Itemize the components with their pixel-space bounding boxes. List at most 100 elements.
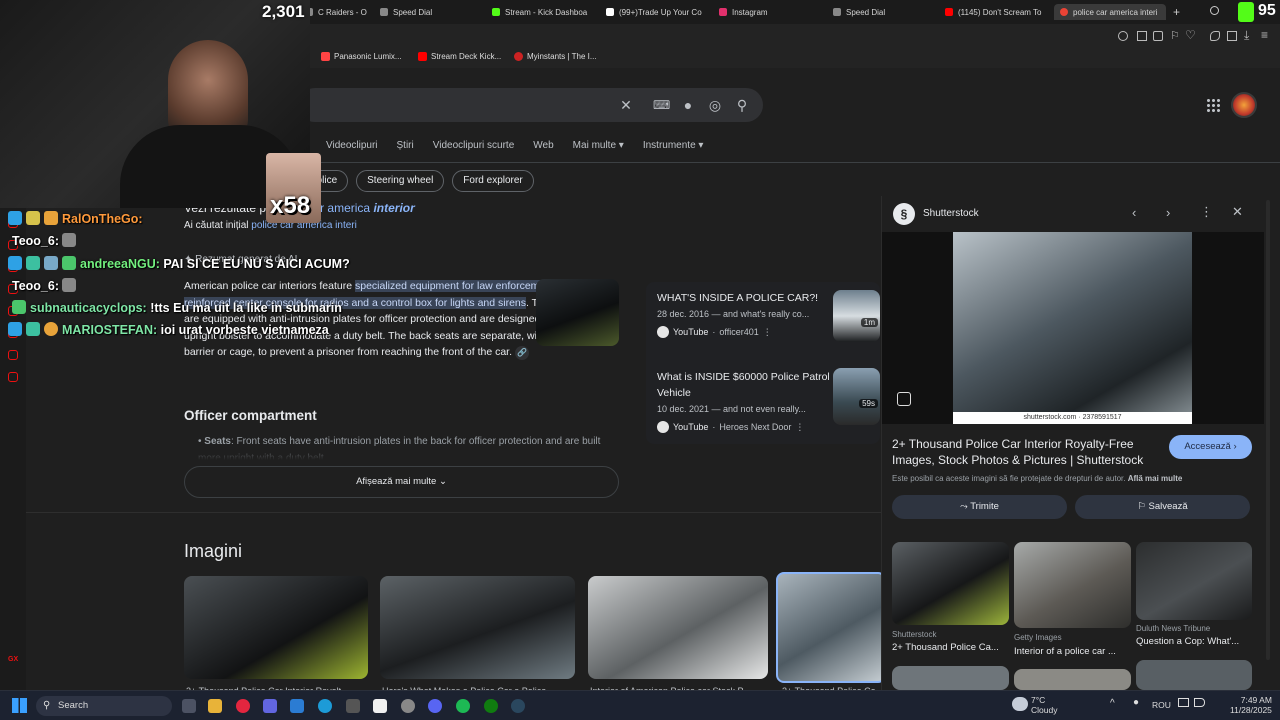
chip-steering-wheel[interactable]: Steering wheel	[356, 170, 445, 192]
tab-3[interactable]: Stream - Kick Dashboa	[492, 4, 592, 20]
screenshot-icon[interactable]	[1137, 31, 1147, 41]
video-thumbnail[interactable]: 1m	[833, 290, 880, 342]
bookmark-myinstants[interactable]: Myinstants | The I...	[514, 52, 597, 61]
taskbar-search[interactable]: ⚲ Search	[36, 696, 172, 716]
weather[interactable]: 7°C Cloudy	[1031, 695, 1057, 715]
related-image[interactable]	[892, 666, 1009, 690]
more-options-icon[interactable]: ⋮	[795, 422, 804, 433]
video-item[interactable]: WHAT'S INSIDE A POLICE CAR?! 28 dec. 201…	[657, 290, 832, 338]
related-image[interactable]	[1136, 660, 1252, 690]
extensions-icon[interactable]	[1210, 31, 1220, 41]
bookmark-icon[interactable]: ⚐	[1170, 29, 1180, 42]
tab-6[interactable]: Speed Dial	[833, 4, 913, 20]
edge-icon[interactable]	[318, 699, 332, 713]
clear-icon[interactable]: ✕	[618, 97, 634, 113]
teams-icon[interactable]	[263, 699, 277, 713]
tab-active[interactable]: police car america interi	[1054, 4, 1166, 20]
gx-icon[interactable]: GX	[8, 656, 18, 663]
chevron-up-icon[interactable]: ^	[1110, 698, 1115, 709]
tab-5[interactable]: Instagram	[719, 4, 799, 20]
related-image[interactable]	[1014, 542, 1131, 628]
related-caption[interactable]: Question a Cop: What'...	[1136, 636, 1239, 647]
network-icon[interactable]	[1178, 698, 1189, 707]
windows-start-icon[interactable]	[12, 698, 27, 713]
tab-videos[interactable]: Videoclipuri	[326, 140, 378, 158]
panel-source[interactable]: Shutterstock	[923, 208, 979, 219]
related-caption[interactable]: 2+ Thousand Police Ca...	[892, 642, 999, 653]
related-image[interactable]	[892, 542, 1009, 625]
sidebar-icon[interactable]	[8, 372, 18, 382]
chip-ford-explorer[interactable]: Ford explorer	[452, 170, 534, 192]
image-result[interactable]	[380, 576, 575, 679]
video-thumbnail[interactable]: 59s	[833, 368, 880, 425]
preview-title[interactable]: 2+ Thousand Police Car Interior Royalty-…	[892, 436, 1162, 468]
close-icon[interactable]: ✕	[1232, 204, 1243, 220]
tab-news[interactable]: Știri	[397, 140, 414, 158]
menu-icon[interactable]: ≡	[1261, 28, 1268, 42]
bookmark-panasonic[interactable]: Panasonic Lumix...	[321, 52, 402, 61]
show-more-button[interactable]: Afișează mai multe ⌄	[184, 466, 619, 498]
share-button[interactable]: ⤳ Trimite	[892, 495, 1067, 519]
snapshot-icon[interactable]	[1153, 31, 1163, 41]
weather-icon[interactable]	[1012, 697, 1028, 711]
bookmark-stream-deck[interactable]: Stream Deck Kick...	[418, 52, 501, 61]
search-icon[interactable]: ⚲	[734, 97, 750, 113]
youtube-icon	[657, 326, 669, 338]
image-result-selected[interactable]	[776, 572, 886, 683]
tab-4[interactable]: (99+)Trade Up Your Co	[606, 4, 704, 20]
file-explorer-icon[interactable]	[208, 699, 222, 713]
language-indicator[interactable]: ROU	[1152, 700, 1171, 710]
task-view-icon[interactable]	[182, 699, 196, 713]
more-options-icon[interactable]: ⋮	[1200, 204, 1213, 220]
apps-grid-icon[interactable]	[1206, 98, 1220, 112]
download-icon[interactable]	[1227, 31, 1237, 41]
tab-7[interactable]: (1145) Don't Scream To	[945, 4, 1045, 20]
sidebar-icon[interactable]	[8, 350, 18, 360]
microphone-icon[interactable]: ●	[1133, 697, 1139, 708]
discord-icon[interactable]	[428, 699, 442, 713]
link-icon[interactable]: 🔗	[514, 346, 529, 360]
avatar[interactable]	[1231, 92, 1257, 118]
store-icon[interactable]	[373, 699, 387, 713]
tab-more[interactable]: Mai multe ▾	[573, 140, 624, 158]
video-item[interactable]: What is INSIDE $60000 Police Patrol Vehi…	[657, 369, 832, 433]
volume-icon[interactable]	[1194, 698, 1205, 707]
image-result[interactable]	[184, 576, 368, 679]
xbox-icon[interactable]	[484, 699, 498, 713]
related-caption[interactable]: Interior of a police car ...	[1014, 646, 1116, 657]
obs-icon[interactable]	[401, 699, 415, 713]
new-tab-icon[interactable]: +	[1173, 5, 1180, 19]
steam-icon[interactable]	[511, 699, 525, 713]
lens-icon[interactable]	[897, 392, 911, 406]
opera-gx-icon[interactable]	[236, 699, 250, 713]
scrollbar[interactable]	[1266, 200, 1270, 660]
ai-overview-thumbnail[interactable]	[536, 279, 619, 346]
tab-web[interactable]: Web	[533, 140, 553, 158]
download-arrow-icon[interactable]: ⤓	[1244, 28, 1249, 43]
heart-icon[interactable]: ♡	[1185, 28, 1196, 42]
visit-button[interactable]: Accesează ›	[1169, 435, 1252, 459]
more-options-icon[interactable]: ⋮	[763, 327, 772, 338]
next-icon[interactable]: ›	[1166, 205, 1170, 220]
learn-more-link[interactable]: Află mai multe	[1128, 474, 1183, 483]
save-button[interactable]: ⚐ Salvează	[1075, 495, 1250, 519]
microphone-icon[interactable]: ●	[680, 97, 696, 113]
tab-short-videos[interactable]: Videoclipuri scurte	[433, 140, 515, 158]
keyboard-icon[interactable]: ⌨	[653, 97, 670, 113]
zoom-icon[interactable]	[1118, 31, 1128, 41]
lens-icon[interactable]: ◎	[707, 97, 723, 113]
tab-1[interactable]: C Raiders - O	[305, 4, 370, 20]
search-input[interactable]: ✕ ⌨ ● ◎ ⚲	[298, 88, 763, 122]
previous-icon[interactable]: ‹	[1132, 205, 1136, 220]
image-result[interactable]	[588, 576, 768, 679]
tab-tools[interactable]: Instrumente ▾	[643, 140, 704, 158]
related-image[interactable]	[1014, 669, 1131, 690]
word-icon[interactable]	[290, 699, 304, 713]
clock[interactable]: 7:49 AM 11/28/2025	[1230, 695, 1272, 715]
app-icon[interactable]	[346, 699, 360, 713]
spotify-icon[interactable]	[456, 699, 470, 713]
search-tabs-icon[interactable]	[1210, 6, 1219, 15]
preview-image[interactable]	[953, 232, 1192, 424]
related-image[interactable]	[1136, 542, 1252, 620]
tab-2[interactable]: Speed Dial	[380, 4, 460, 20]
